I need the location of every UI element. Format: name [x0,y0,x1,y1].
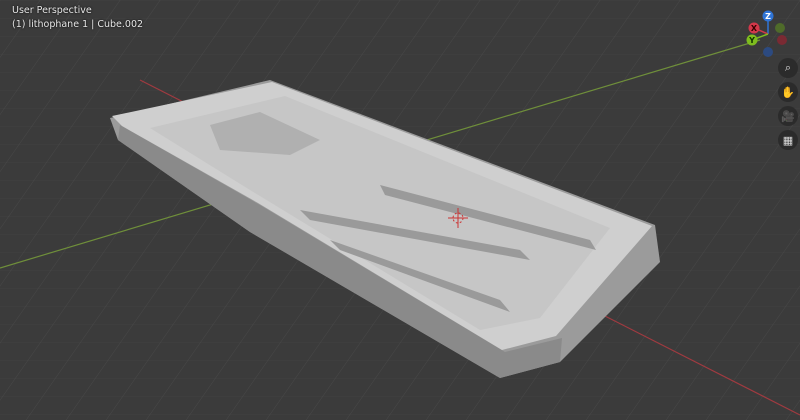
pan-hand-icon: ✋ [781,85,795,99]
y-axis-handle[interactable]: Y [746,34,758,46]
view-name: User Perspective [12,5,92,16]
svg-text:Z: Z [765,12,771,21]
svg-text:X: X [751,24,758,33]
pan-button[interactable]: ✋ [778,82,798,102]
svg-text:Y: Y [748,36,755,45]
camera-icon: 🎥 [781,109,795,123]
perspective-toggle-button[interactable]: ▦ [778,130,798,150]
x-axis-handle[interactable]: X [748,22,760,34]
zoom-button[interactable]: ⌕ [778,58,798,78]
z-axis-handle[interactable]: Z [762,10,774,22]
navigation-gizmo[interactable]: Z X Y [740,4,800,64]
zoom-icon: ⌕ [784,61,792,74]
neg-x-axis-handle[interactable] [777,35,787,45]
grid-perspective-icon: ▦ [782,133,794,147]
viewport-info: User Perspective (1) lithophane 1 | Cube… [12,4,143,32]
neg-z-axis-handle[interactable] [763,47,773,57]
3d-viewport[interactable] [0,0,800,420]
object-info: (1) lithophane 1 | Cube.002 [12,19,144,30]
camera-view-button[interactable]: 🎥 [778,106,798,126]
neg-y-axis-handle[interactable] [775,23,785,33]
